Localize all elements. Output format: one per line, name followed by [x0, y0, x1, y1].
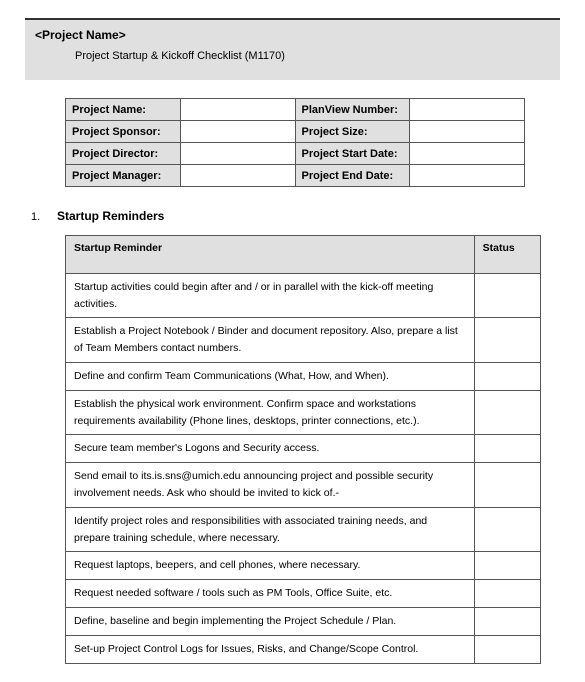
- reminder-text: Identify project roles and responsibilit…: [66, 507, 475, 552]
- status-cell[interactable]: [474, 318, 541, 363]
- table-row: Secure team member's Logons and Security…: [66, 435, 541, 463]
- status-cell[interactable]: [474, 507, 541, 552]
- info-value[interactable]: [410, 165, 525, 187]
- table-row: Send email to its.is.sns@umich.edu annou…: [66, 463, 541, 508]
- info-row: Project Name: PlanView Number:: [66, 99, 525, 121]
- info-value[interactable]: [410, 143, 525, 165]
- info-label: PlanView Number:: [295, 99, 410, 121]
- reminder-text: Secure team member's Logons and Security…: [66, 435, 475, 463]
- reminder-text: Request laptops, beepers, and cell phone…: [66, 552, 475, 580]
- info-label: Project Manager:: [66, 165, 181, 187]
- reminder-table-body: Startup activities could begin after and…: [66, 273, 541, 663]
- section-number: 1.: [25, 211, 57, 223]
- project-info-table: Project Name: PlanView Number: Project S…: [65, 98, 525, 187]
- info-value[interactable]: [180, 165, 295, 187]
- status-cell[interactable]: [474, 362, 541, 390]
- info-label: Project Director:: [66, 143, 181, 165]
- reminder-text: Request needed software / tools such as …: [66, 580, 475, 608]
- status-cell[interactable]: [474, 580, 541, 608]
- status-cell[interactable]: [474, 435, 541, 463]
- info-value[interactable]: [410, 99, 525, 121]
- info-row: Project Director: Project Start Date:: [66, 143, 525, 165]
- section-heading: 1. Startup Reminders: [25, 209, 560, 223]
- table-row: Establish the physical work environment.…: [66, 390, 541, 435]
- info-value[interactable]: [180, 143, 295, 165]
- reminder-text: Define and confirm Team Communications (…: [66, 362, 475, 390]
- status-cell[interactable]: [474, 552, 541, 580]
- table-row: Identify project roles and responsibilit…: [66, 507, 541, 552]
- project-name-placeholder: <Project Name>: [35, 28, 550, 42]
- table-row: Establish a Project Notebook / Binder an…: [66, 318, 541, 363]
- reminder-text: Startup activities could begin after and…: [66, 273, 475, 318]
- reminder-text: Establish the physical work environment.…: [66, 390, 475, 435]
- info-label: Project Sponsor:: [66, 121, 181, 143]
- table-row: Request laptops, beepers, and cell phone…: [66, 552, 541, 580]
- status-cell[interactable]: [474, 390, 541, 435]
- status-cell[interactable]: [474, 635, 541, 663]
- reminder-text: Send email to its.is.sns@umich.edu annou…: [66, 463, 475, 508]
- info-label: Project Name:: [66, 99, 181, 121]
- info-row: Project Sponsor: Project Size:: [66, 121, 525, 143]
- table-row: Define and confirm Team Communications (…: [66, 362, 541, 390]
- info-value[interactable]: [180, 99, 295, 121]
- column-header-reminder: Startup Reminder: [66, 236, 475, 274]
- status-cell[interactable]: [474, 463, 541, 508]
- table-row: Define, baseline and begin implementing …: [66, 607, 541, 635]
- info-value[interactable]: [410, 121, 525, 143]
- info-label: Project Size:: [295, 121, 410, 143]
- startup-reminder-table: Startup Reminder Status Startup activiti…: [65, 235, 541, 664]
- reminder-text: Establish a Project Notebook / Binder an…: [66, 318, 475, 363]
- info-value[interactable]: [180, 121, 295, 143]
- section-title: Startup Reminders: [57, 209, 164, 223]
- info-row: Project Manager: Project End Date:: [66, 165, 525, 187]
- reminder-text: Define, baseline and begin implementing …: [66, 607, 475, 635]
- status-cell[interactable]: [474, 607, 541, 635]
- info-label: Project Start Date:: [295, 143, 410, 165]
- reminder-text: Set-up Project Control Logs for Issues, …: [66, 635, 475, 663]
- info-label: Project End Date:: [295, 165, 410, 187]
- table-row: Request needed software / tools such as …: [66, 580, 541, 608]
- status-cell[interactable]: [474, 273, 541, 318]
- document-header: <Project Name> Project Startup & Kickoff…: [25, 18, 560, 80]
- column-header-status: Status: [474, 236, 541, 274]
- info-table-body: Project Name: PlanView Number: Project S…: [66, 99, 525, 187]
- table-row: Startup activities could begin after and…: [66, 273, 541, 318]
- table-row: Set-up Project Control Logs for Issues, …: [66, 635, 541, 663]
- document-subtitle: Project Startup & Kickoff Checklist (M11…: [35, 50, 550, 62]
- table-header-row: Startup Reminder Status: [66, 236, 541, 274]
